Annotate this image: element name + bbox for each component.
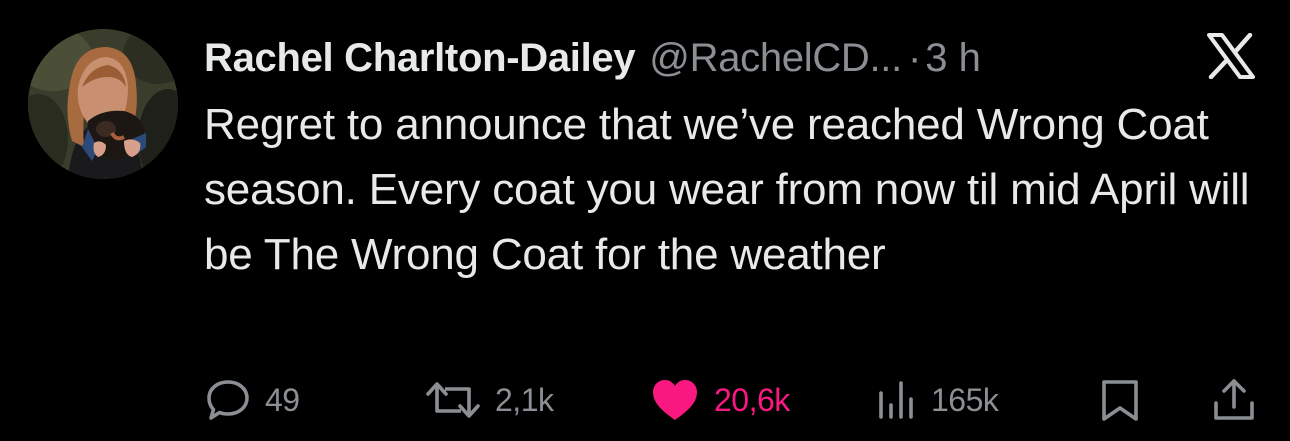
author-name[interactable]: Rachel Charlton-Dailey (204, 36, 636, 81)
speech-bubble-icon (207, 380, 249, 420)
bar-chart-icon (879, 381, 913, 419)
reply-count: 49 (265, 381, 300, 418)
avatar-photo (28, 29, 178, 179)
separator-dot: · (907, 35, 922, 80)
views-count: 165k (931, 381, 999, 418)
reply-button[interactable]: 49 (205, 370, 300, 430)
like-count: 20,6k (714, 381, 790, 418)
tweet-header: Rachel Charlton-Dailey @RachelCD... · 3 … (204, 28, 981, 88)
timestamp[interactable]: 3 h (925, 36, 981, 81)
views-button[interactable]: 165k (877, 370, 999, 430)
avatar[interactable] (28, 29, 178, 179)
share-button[interactable] (1212, 370, 1256, 430)
bookmark-icon (1102, 380, 1138, 421)
action-bar: 49 2,1k 20,6k 165k (0, 370, 1290, 430)
bookmark-button[interactable] (1100, 370, 1140, 430)
repost-count: 2,1k (495, 381, 554, 418)
author-handle[interactable]: @RachelCD... (649, 36, 902, 81)
like-button[interactable]: 20,6k (650, 370, 790, 430)
repost-button[interactable]: 2,1k (425, 370, 554, 430)
repost-arrows-icon (426, 382, 480, 418)
share-upload-icon (1214, 379, 1254, 420)
x-logo-icon (1207, 32, 1255, 80)
tweet-text: Regret to announce that we’ve reached Wr… (204, 100, 1250, 279)
heart-icon (653, 380, 697, 420)
